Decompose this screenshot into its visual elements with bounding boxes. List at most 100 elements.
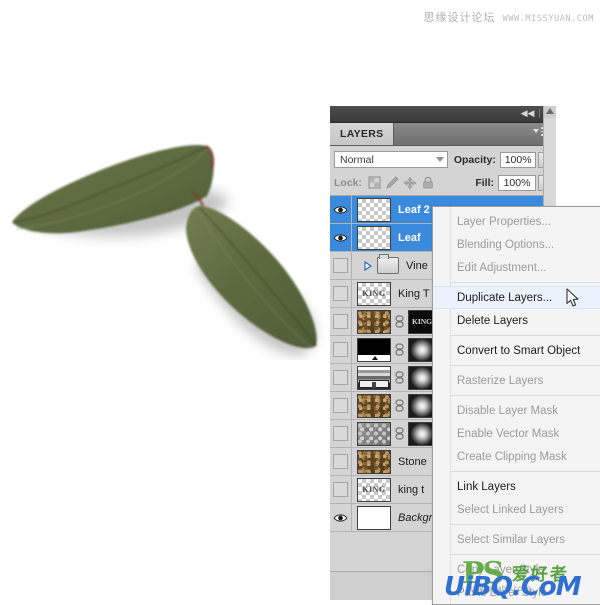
layer-visibility-toggle[interactable] bbox=[330, 504, 352, 531]
layer-visibility-toggle[interactable] bbox=[330, 364, 352, 391]
layer-thumb-cell[interactable] bbox=[352, 225, 391, 250]
layer-mask-link-icon[interactable] bbox=[394, 315, 405, 328]
eye-visibility-icon[interactable] bbox=[333, 513, 348, 523]
layer-thumbnail[interactable] bbox=[357, 197, 391, 222]
eye-off-icon[interactable] bbox=[333, 454, 348, 469]
menu-item-label: Link Layers bbox=[457, 480, 516, 493]
watermark-top: 思缘设计论坛 WWW.MISSYUAN.COM bbox=[424, 9, 594, 25]
menu-separator bbox=[451, 554, 600, 555]
menu-separator bbox=[451, 471, 600, 472]
menu-item[interactable]: Link Layers bbox=[433, 475, 600, 498]
lock-all-icon[interactable] bbox=[421, 176, 435, 190]
layer-thumbnail[interactable] bbox=[357, 393, 391, 418]
menu-item: Copy Layer Style bbox=[433, 558, 600, 581]
layer-visibility-toggle[interactable] bbox=[330, 448, 352, 475]
layer-thumb-cell[interactable] bbox=[352, 421, 436, 446]
layer-thumbnail[interactable]: KING bbox=[357, 281, 391, 306]
layer-thumb-cell[interactable] bbox=[352, 254, 399, 274]
menu-item-label: Create Clipping Mask bbox=[457, 450, 567, 463]
layer-visibility-toggle[interactable] bbox=[330, 196, 352, 223]
layer-thumb-cell[interactable] bbox=[352, 365, 436, 390]
group-expand-icon[interactable] bbox=[361, 260, 375, 271]
menu-item-label: Delete Layers bbox=[457, 314, 528, 327]
tab-layers[interactable]: LAYERS bbox=[330, 123, 395, 145]
opacity-input[interactable]: 100% bbox=[499, 151, 537, 168]
eye-off-icon[interactable] bbox=[333, 482, 348, 497]
layer-context-menu[interactable]: Layer Properties... Blending Options... Ed… bbox=[432, 206, 600, 605]
layer-mask-link-icon[interactable] bbox=[394, 427, 405, 440]
menu-item[interactable]: Delete Layers bbox=[433, 309, 600, 332]
eye-off-icon[interactable] bbox=[333, 398, 348, 413]
titlebar-divider bbox=[539, 108, 541, 118]
layer-visibility-toggle[interactable] bbox=[330, 336, 352, 363]
layer-name: King T bbox=[398, 287, 430, 300]
layer-mask-link-icon[interactable] bbox=[394, 343, 405, 356]
lock-transparent-pixels-icon[interactable] bbox=[367, 176, 381, 190]
eye-visibility-icon[interactable] bbox=[333, 205, 348, 215]
layer-thumbnail[interactable] bbox=[357, 421, 391, 446]
layer-thumbnail[interactable] bbox=[357, 505, 391, 530]
eye-visibility-icon[interactable] bbox=[333, 233, 348, 243]
lock-position-icon[interactable] bbox=[403, 175, 417, 190]
menu-separator bbox=[451, 335, 600, 336]
layer-thumb-cell[interactable] bbox=[352, 393, 436, 418]
flyout-triangle-icon bbox=[533, 129, 539, 134]
layer-visibility-toggle[interactable] bbox=[330, 392, 352, 419]
group-folder-icon bbox=[377, 254, 399, 274]
layer-thumbnail[interactable] bbox=[357, 449, 391, 474]
layer-visibility-toggle[interactable] bbox=[330, 476, 352, 503]
menu-item-label: Duplicate Layers... bbox=[457, 291, 553, 304]
lock-fill-row[interactable]: Lock: Fill: 100% bbox=[334, 173, 552, 192]
layer-visibility-toggle[interactable] bbox=[330, 252, 352, 279]
eye-off-icon[interactable] bbox=[333, 370, 348, 385]
layer-thumbnail[interactable] bbox=[357, 309, 391, 334]
layer-name: Leaf bbox=[398, 231, 421, 244]
layer-thumb-cell[interactable]: KING bbox=[352, 477, 391, 502]
menu-item: Edit Adjustment... bbox=[433, 256, 600, 279]
context-menu-items[interactable]: Layer Properties... Blending Options... Ed… bbox=[433, 210, 600, 604]
eye-off-icon[interactable] bbox=[333, 426, 348, 441]
eye-off-icon[interactable] bbox=[333, 258, 348, 273]
eye-off-icon[interactable] bbox=[333, 314, 348, 329]
fill-input[interactable]: 100% bbox=[498, 174, 536, 191]
layer-thumb-cell[interactable]: KING bbox=[352, 281, 391, 306]
layer-thumb-cell[interactable] bbox=[352, 449, 391, 474]
menu-item[interactable]: Duplicate Layers... bbox=[433, 286, 600, 309]
eye-off-icon[interactable] bbox=[333, 286, 348, 301]
menu-item: Select Similar Layers bbox=[433, 528, 600, 551]
menu-item-label: Paste Layer Style bbox=[457, 586, 548, 599]
layer-thumbnail[interactable] bbox=[357, 337, 391, 362]
panel-tab-row[interactable]: LAYERS bbox=[330, 123, 556, 146]
document-canvas[interactable] bbox=[0, 0, 330, 360]
layer-visibility-toggle[interactable] bbox=[330, 224, 352, 251]
collapse-panel-icon[interactable]: ◀◀ bbox=[521, 107, 535, 119]
layer-thumbnail[interactable] bbox=[357, 365, 391, 390]
blend-opacity-row[interactable]: Normal Opacity: 100% bbox=[334, 150, 552, 169]
layer-mask-link-icon[interactable] bbox=[394, 371, 405, 384]
menu-item: Blending Options... bbox=[433, 233, 600, 256]
layer-thumbnail[interactable] bbox=[357, 225, 391, 250]
lock-image-pixels-icon[interactable] bbox=[385, 176, 399, 190]
menu-separator bbox=[451, 524, 600, 525]
layer-thumb-cell[interactable] bbox=[352, 197, 391, 222]
panel-titlebar[interactable]: ◀◀ ✕ bbox=[330, 106, 556, 123]
layer-thumb-cell[interactable] bbox=[352, 337, 436, 362]
blend-mode-select[interactable]: Normal bbox=[334, 151, 448, 168]
layer-visibility-toggle[interactable] bbox=[330, 280, 352, 307]
layer-thumb-cell[interactable] bbox=[352, 505, 391, 530]
layer-name: Leaf 2 bbox=[398, 203, 430, 216]
menu-item-label: Rasterize Layers bbox=[457, 374, 544, 387]
lock-label: Lock: bbox=[334, 176, 363, 189]
menu-item-label: Convert to Smart Object bbox=[457, 344, 581, 357]
scroll-up-icon[interactable] bbox=[546, 108, 554, 114]
layer-visibility-toggle[interactable] bbox=[330, 308, 352, 335]
menu-item: Paste Layer Style bbox=[433, 581, 600, 604]
menu-item-label: Select Similar Layers bbox=[457, 533, 566, 546]
layer-thumb-cell[interactable]: KING bbox=[352, 309, 436, 334]
layer-controls[interactable]: Normal Opacity: 100% Lock: Fill: 100% bbox=[330, 146, 556, 196]
layer-mask-link-icon[interactable] bbox=[394, 399, 405, 412]
eye-off-icon[interactable] bbox=[333, 342, 348, 357]
layer-thumbnail[interactable]: KING bbox=[357, 477, 391, 502]
menu-item[interactable]: Convert to Smart Object bbox=[433, 339, 600, 362]
layer-visibility-toggle[interactable] bbox=[330, 420, 352, 447]
